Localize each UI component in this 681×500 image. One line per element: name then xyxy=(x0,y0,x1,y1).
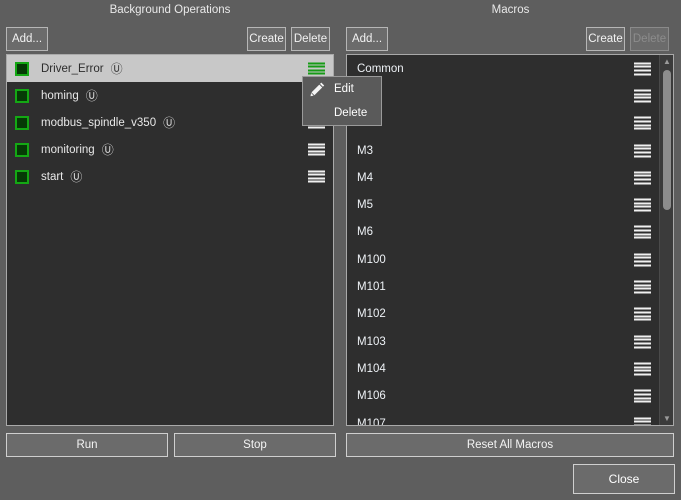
enabled-swatch-icon[interactable] xyxy=(15,115,29,130)
macro-label: M100 xyxy=(357,253,386,266)
macros-list: Common M1 M3 M4 M5 M6 M100 M101 M102 M103 M104 M106… xyxy=(346,54,674,426)
macros-create-button[interactable]: Create xyxy=(586,27,625,51)
background-delete-button[interactable]: Delete xyxy=(291,27,330,51)
background-operation-row[interactable]: Driver_Error Ⓤ xyxy=(7,55,333,82)
context-menu-delete-label: Delete xyxy=(334,107,368,119)
macro-row[interactable]: M100 xyxy=(347,246,673,273)
macro-menu-icon[interactable] xyxy=(634,171,651,185)
macro-row[interactable]: M4 xyxy=(347,164,673,191)
macro-row[interactable]: M104 xyxy=(347,355,673,382)
circled-u-icon: Ⓤ xyxy=(70,169,83,184)
background-operation-label: monitoring xyxy=(41,143,95,156)
macro-menu-icon[interactable] xyxy=(634,335,651,349)
macro-menu-icon[interactable] xyxy=(634,89,651,103)
macros-add-button[interactable]: Add... xyxy=(346,27,388,51)
macro-row[interactable]: M106 xyxy=(347,383,673,410)
macro-row[interactable]: M1 xyxy=(347,110,673,137)
scrollbar-thumb[interactable] xyxy=(663,70,671,210)
scroll-down-arrow-icon[interactable]: ▼ xyxy=(660,412,673,425)
background-operations-title: Background Operations xyxy=(109,4,231,16)
macro-row[interactable]: M3 xyxy=(347,137,673,164)
macro-label: M101 xyxy=(357,281,386,294)
macro-menu-icon[interactable] xyxy=(634,62,651,76)
run-button[interactable]: Run xyxy=(6,433,168,457)
macros-toolbar: Add... Create Delete xyxy=(340,27,681,51)
macro-label: M102 xyxy=(357,308,386,321)
macro-menu-icon[interactable] xyxy=(634,362,651,376)
background-create-button[interactable]: Create xyxy=(247,27,286,51)
macro-row[interactable]: M107 xyxy=(347,410,673,426)
macro-row[interactable]: M101 xyxy=(347,273,673,300)
macro-menu-icon[interactable] xyxy=(634,280,651,294)
macro-row[interactable] xyxy=(347,82,673,109)
background-add-button[interactable]: Add... xyxy=(6,27,48,51)
row-menu-icon[interactable] xyxy=(308,170,325,183)
stop-button[interactable]: Stop xyxy=(174,433,336,457)
circled-u-icon: Ⓤ xyxy=(85,88,98,103)
macro-menu-icon[interactable] xyxy=(634,389,651,403)
macro-label: M3 xyxy=(357,144,373,157)
background-operation-row[interactable]: monitoring Ⓤ xyxy=(7,136,333,163)
macro-menu-icon[interactable] xyxy=(634,253,651,267)
macro-row[interactable]: M102 xyxy=(347,301,673,328)
macro-label: M104 xyxy=(357,362,386,375)
macro-label: M107 xyxy=(357,417,386,426)
context-menu-delete-item[interactable]: Delete xyxy=(303,101,381,125)
circled-u-icon: Ⓤ xyxy=(163,115,176,130)
macro-row[interactable]: Common xyxy=(347,55,673,82)
macros-dialog: Background Operations Macros Add... Crea… xyxy=(0,0,681,500)
pencil-icon xyxy=(310,82,325,97)
context-menu-edit-item[interactable]: Edit xyxy=(303,77,381,101)
background-operation-row[interactable]: homing Ⓤ xyxy=(7,82,333,109)
background-operation-label: Driver_Error xyxy=(41,62,104,75)
background-operations-toolbar: Add... Create Delete xyxy=(0,27,340,51)
macros-delete-button: Delete xyxy=(630,27,669,51)
macro-menu-icon[interactable] xyxy=(634,198,651,212)
macro-menu-icon[interactable] xyxy=(634,116,651,130)
macro-menu-icon[interactable] xyxy=(634,417,651,425)
scroll-up-arrow-icon[interactable]: ▲ xyxy=(660,55,673,68)
background-operation-label: modbus_spindle_v350 xyxy=(41,116,157,129)
macro-label: M103 xyxy=(357,335,386,348)
background-operation-row[interactable]: start Ⓤ xyxy=(7,163,333,190)
macro-row[interactable]: M5 xyxy=(347,191,673,218)
context-menu: Edit Delete xyxy=(302,76,382,126)
circled-u-icon: Ⓤ xyxy=(101,142,114,157)
row-menu-icon[interactable] xyxy=(308,143,325,156)
row-menu-icon[interactable] xyxy=(308,62,325,75)
background-operation-row[interactable]: modbus_spindle_v350 Ⓤ xyxy=(7,109,333,136)
enabled-swatch-icon[interactable] xyxy=(15,61,29,76)
context-menu-edit-label: Edit xyxy=(334,83,354,95)
background-operations-list: Driver_Error Ⓤhoming Ⓤmodbus_spindle_v350 Ⓤ… xyxy=(6,54,334,426)
enabled-swatch-icon[interactable] xyxy=(15,169,29,184)
enabled-swatch-icon[interactable] xyxy=(15,142,29,157)
macro-row[interactable]: M103 xyxy=(347,328,673,355)
macro-menu-icon[interactable] xyxy=(634,144,651,157)
macro-label: M4 xyxy=(357,171,373,184)
macro-label: M5 xyxy=(357,199,373,212)
macro-label: Common xyxy=(357,62,404,75)
macro-menu-icon[interactable] xyxy=(634,225,651,239)
background-operation-label: start xyxy=(41,170,64,183)
reset-all-macros-button[interactable]: Reset All Macros xyxy=(346,433,674,457)
enabled-swatch-icon[interactable] xyxy=(15,88,29,103)
macros-list-scrollbar[interactable]: ▲ ▼ xyxy=(659,55,673,425)
macro-menu-icon[interactable] xyxy=(634,307,651,321)
macro-row[interactable]: M6 xyxy=(347,219,673,246)
background-operation-label: homing xyxy=(41,89,79,102)
macro-label: M106 xyxy=(357,390,386,403)
macros-title: Macros xyxy=(491,4,530,16)
macro-label: M6 xyxy=(357,226,373,239)
circled-u-icon: Ⓤ xyxy=(110,61,123,76)
close-button[interactable]: Close xyxy=(573,464,675,494)
